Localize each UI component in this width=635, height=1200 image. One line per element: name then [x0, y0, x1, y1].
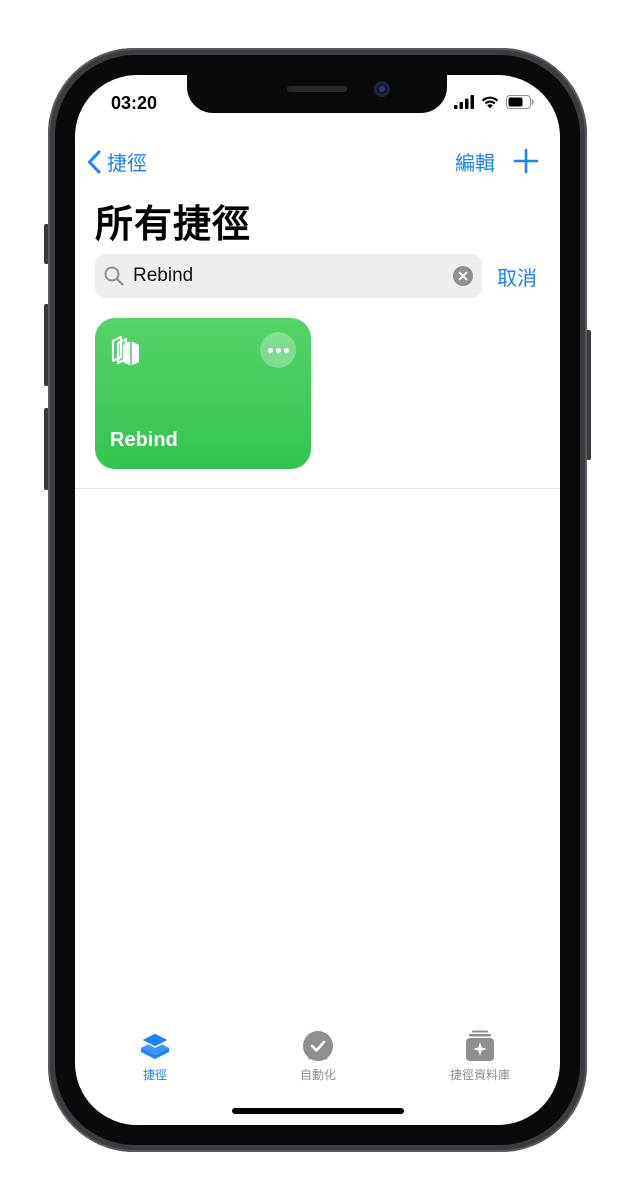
status-time: 03:20 [111, 93, 158, 113]
wifi-icon [481, 96, 499, 109]
search-field[interactable]: Rebind [95, 254, 482, 298]
ellipsis-dot [275, 347, 281, 353]
back-button[interactable]: 捷徑 [87, 147, 147, 176]
back-label: 捷徑 [107, 151, 147, 175]
divider [75, 488, 560, 489]
ellipsis-dot [267, 347, 273, 353]
tab-automation[interactable]: 自動化 [253, 1029, 383, 1083]
search-input[interactable]: Rebind [133, 254, 193, 298]
clear-search-icon[interactable] [453, 266, 473, 286]
more-options-button[interactable] [260, 332, 296, 368]
clock-check-icon [303, 1031, 333, 1061]
status-icons [454, 95, 534, 109]
chevron-left-icon [88, 150, 101, 173]
cancel-search-button[interactable]: 取消 [497, 262, 537, 291]
page-title: 所有捷徑 [95, 202, 252, 246]
battery-icon [506, 95, 534, 109]
shortcut-tile[interactable]: Rebind [95, 318, 311, 469]
tab-label: 捷徑 [142, 1068, 167, 1082]
shortcut-name: Rebind [110, 429, 178, 451]
add-shortcut-plus-icon[interactable] [513, 148, 539, 174]
tab-shortcuts[interactable]: 捷徑 [90, 1029, 220, 1083]
tab-label: 自動化 [299, 1068, 336, 1082]
edit-button[interactable]: 編輯 [455, 147, 495, 176]
speaker-grille [287, 86, 347, 92]
layers-icon [140, 1032, 170, 1059]
phone-screen: 03:20 捷徑 編輯 所有捷徑 Rebind 取消 Rebind 捷徑 自動化… [75, 75, 560, 1125]
home-indicator [232, 1108, 404, 1114]
ellipsis-dot [283, 347, 289, 353]
front-camera [374, 81, 390, 97]
notch [187, 75, 447, 113]
tab-label: 捷徑資料庫 [449, 1068, 510, 1082]
tab-gallery[interactable]: 捷徑資料庫 [415, 1029, 545, 1083]
gallery-icon [466, 1030, 494, 1061]
search-icon [104, 266, 124, 286]
shortcuts-app-icon [111, 335, 139, 366]
cellular-signal-icon [454, 95, 474, 109]
